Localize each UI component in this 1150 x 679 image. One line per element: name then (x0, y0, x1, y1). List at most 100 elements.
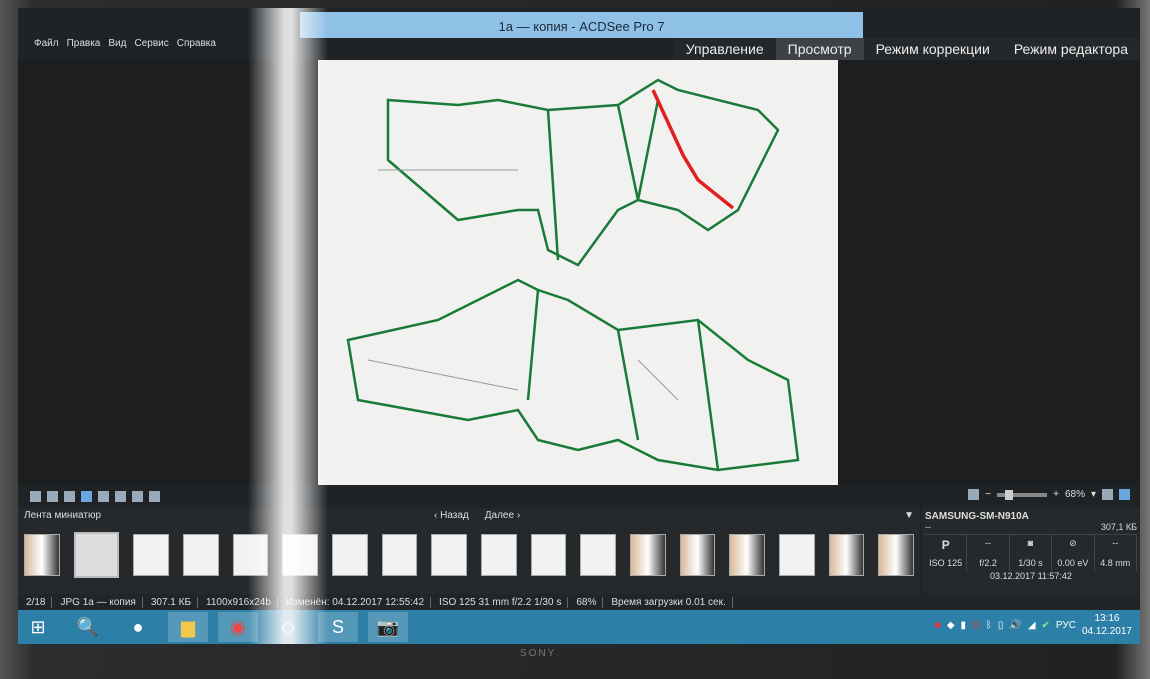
image-viewer[interactable] (18, 60, 1140, 485)
battery-icon[interactable]: ▯ (998, 620, 1004, 631)
tools-icon[interactable] (1119, 489, 1130, 500)
thumbnail[interactable] (431, 534, 467, 576)
clock-time: 13:16 (1094, 613, 1120, 624)
tray-dropbox-icon[interactable]: ◆ (947, 620, 955, 631)
camera-model: SAMSUNG-SM-N910A (925, 511, 1029, 522)
info-subtitle: -- (925, 522, 931, 532)
thumbnail[interactable] (480, 534, 517, 576)
rotate-right-icon[interactable] (64, 490, 75, 502)
comment-icon[interactable] (149, 490, 160, 502)
tray-opera-icon[interactable]: O (972, 620, 980, 631)
skype-icon[interactable]: S (318, 612, 358, 642)
thumbnail[interactable] (530, 534, 567, 576)
rocket-app-icon[interactable]: ● (118, 612, 158, 642)
zoom-tool-icon[interactable] (115, 490, 126, 502)
tray-app-icon[interactable]: ■ (935, 620, 941, 631)
thumbnail[interactable] (679, 534, 716, 576)
thumbnail-list (18, 524, 920, 586)
exposure-program: P (925, 535, 968, 555)
taskbar: ⊞ 🔍 ● ▆ ◉ ◇ S 📷 ■ ◆ ▮ O ᛒ ▯ 🔊 ◢ ✔ РУС 13… (18, 610, 1140, 644)
tray-notes-icon[interactable]: ▮ (961, 620, 967, 631)
system-tray: ■ ◆ ▮ O ᛒ ▯ 🔊 ◢ ✔ РУС 13:16 04.12.2017 (935, 612, 1132, 638)
metering-icon: ◙ (1010, 535, 1053, 555)
thumbnail[interactable] (331, 534, 368, 576)
file-explorer-icon[interactable]: ▆ (168, 612, 208, 642)
zoom-slider[interactable] (997, 489, 1048, 500)
dimensions: 1100x916x24b (206, 596, 278, 608)
focal-length: 4.8 mm (1095, 555, 1137, 571)
select-tool-icon[interactable] (98, 490, 109, 502)
tab-develop[interactable]: Режим коррекции (863, 38, 1002, 60)
bluetooth-icon[interactable]: ᛒ (986, 620, 992, 631)
window-title: 1а — копия - ACDSee Pro 7 (300, 12, 863, 38)
capture-date: 03.12.2017 11:57:42 (990, 571, 1072, 581)
clock[interactable]: 13:16 04.12.2017 (1082, 612, 1132, 638)
filmstrip-collapse-icon[interactable]: ▼ (904, 510, 914, 522)
file-name: JPG 1а — копия (60, 596, 143, 608)
menu-file[interactable]: Файл (34, 38, 59, 49)
thumbnail[interactable] (779, 534, 815, 576)
fit-screen-icon[interactable] (968, 489, 980, 500)
signal-icon[interactable]: ◢ (1028, 620, 1036, 631)
fit-icon[interactable] (132, 490, 143, 502)
panel-icon[interactable] (1102, 489, 1113, 500)
status-bar: 2/18 JPG 1а — копия 307.1 КБ 1100x916x24… (18, 594, 1140, 610)
tab-view[interactable]: Просмотр (775, 38, 864, 60)
rotate-left-icon[interactable] (47, 490, 58, 502)
screen: 1а — копия - ACDSee Pro 7 Файл Правка Ви… (18, 8, 1140, 644)
zoom-level: 68% (1064, 489, 1085, 500)
back-button[interactable]: ‹ Назад (434, 510, 469, 521)
exif-summary: ISO 125 31 mm f/2.2 1/30 s (439, 596, 569, 608)
thumbnail[interactable] (878, 534, 915, 576)
windows-start-icon[interactable]: ⊞ (18, 612, 58, 642)
viewer-toolbar: − + 68% ▾ (18, 485, 1140, 507)
filmstrip-title: Лента миниатюр (24, 510, 102, 521)
menu-edit[interactable]: Правка (67, 38, 101, 49)
filmstrip: Лента миниатюр ▼ ‹ Назад Далее › (18, 508, 920, 594)
zoom-dropdown[interactable]: ▾ (1091, 489, 1096, 500)
tab-edit[interactable]: Режим редактора (1001, 38, 1140, 60)
menu-tools[interactable]: Сервис (134, 38, 168, 49)
load-time: Время загрузки 0.01 сек. (611, 596, 733, 608)
thumbnail[interactable] (232, 534, 269, 576)
menu-bar: Файл Правка Вид Сервис Справка (34, 38, 216, 49)
file-size-status: 307.1 КБ (151, 596, 199, 608)
thumbnail[interactable] (828, 534, 865, 576)
thumbnail-selected[interactable] (73, 532, 120, 578)
file-size: 307,1 КБ (1100, 522, 1137, 532)
language-indicator[interactable]: РУС (1056, 620, 1076, 631)
thumbnail[interactable] (182, 534, 219, 576)
zoom-status: 68% (576, 596, 604, 608)
chrome-icon[interactable]: ◉ (218, 612, 258, 642)
thumbnail[interactable] (133, 534, 169, 576)
menu-view[interactable]: Вид (108, 38, 126, 49)
clock-date: 04.12.2017 (1081, 626, 1132, 637)
exposure-bias: 0.00 eV (1052, 555, 1095, 571)
acdsee-camera-icon[interactable]: 📷 (368, 612, 408, 642)
exif-grid: P -- ◙ ⊘ -- ISO 125 f/2.2 1/30 s 0.00 eV… (925, 534, 1137, 571)
volume-icon[interactable]: 🔊 (1009, 620, 1021, 631)
menu-help[interactable]: Справка (177, 38, 216, 49)
save-icon[interactable] (30, 490, 41, 502)
white-balance: -- (1095, 535, 1137, 555)
zoom-in-icon[interactable]: + (1053, 489, 1059, 500)
zoom-control: − + 68% ▾ (968, 489, 1130, 500)
photo-app-icon[interactable]: ◇ (268, 612, 308, 642)
thumbnail[interactable] (729, 534, 765, 576)
metering: -- (967, 535, 1010, 555)
thumbnail[interactable] (24, 534, 60, 576)
zoom-out-icon[interactable]: − (985, 489, 991, 500)
thumbnail[interactable] (381, 534, 418, 576)
check-icon[interactable]: ✔ (1042, 620, 1050, 631)
exif-panel: SAMSUNG-SM-N910A -- 307,1 КБ P -- ◙ ⊘ --… (922, 508, 1140, 594)
thumbnail[interactable] (580, 534, 616, 576)
tab-manage[interactable]: Управление (673, 38, 776, 60)
hand-tool-icon[interactable] (81, 490, 92, 502)
displayed-image (318, 60, 838, 485)
thumbnail[interactable] (282, 534, 318, 576)
next-button[interactable]: Далее › (485, 510, 520, 521)
search-app-icon[interactable]: 🔍 (68, 612, 108, 642)
aperture: f/2.2 (967, 555, 1010, 571)
thumbnail[interactable] (629, 534, 666, 576)
monitor-logo: SONY (520, 648, 557, 659)
